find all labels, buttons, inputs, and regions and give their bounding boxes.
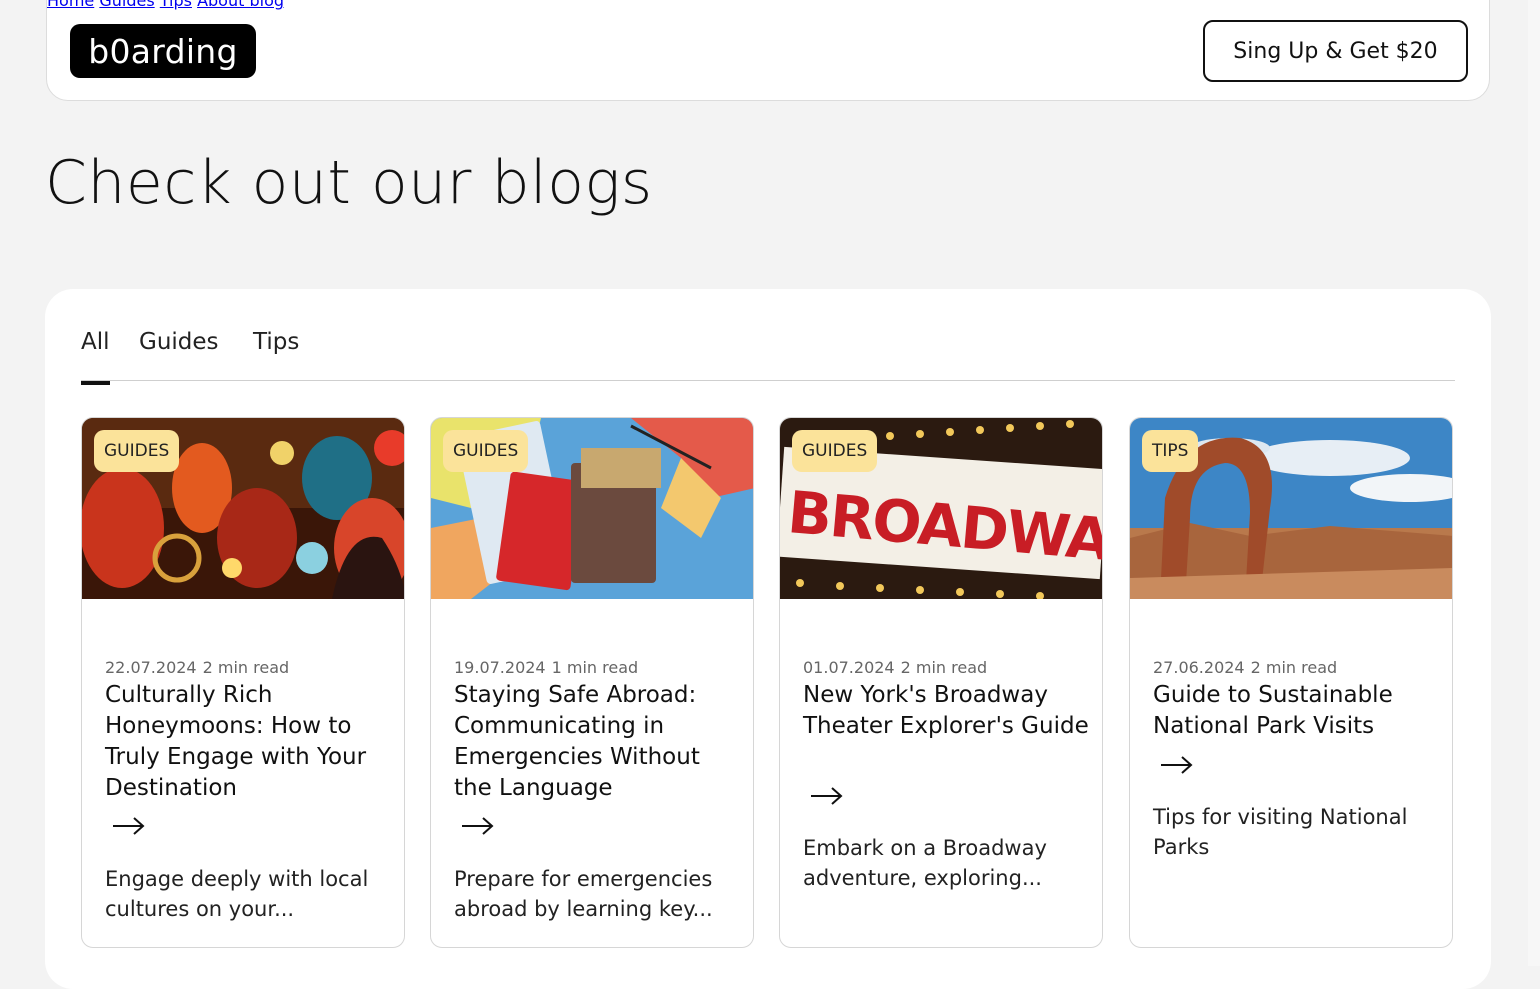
card-excerpt: Engage deeply with local cultures on you…	[105, 867, 369, 921]
tab-guides[interactable]: Guides	[139, 329, 219, 367]
category-badge: GUIDES	[792, 430, 878, 472]
blog-card[interactable]: BROADWAY GUIDES 01.07.2024 2 min read New…	[779, 417, 1103, 948]
card-excerpt: Embark on a Broadway adventure, explorin…	[803, 836, 1047, 890]
page-scrollbar[interactable]	[1528, 0, 1540, 966]
card-title[interactable]: Guide to Sustainable National Park Visit…	[1153, 680, 1443, 742]
read-time: 1 min read	[551, 658, 639, 677]
filter-tabs: All Guides Tips	[81, 329, 1455, 385]
post-date: 01.07.2024	[803, 658, 895, 677]
logo[interactable]: b0arding	[70, 24, 256, 78]
card-excerpt: Prepare for emergencies abroad by learni…	[454, 867, 713, 921]
card-image-market-lanterns[interactable]: GUIDES	[82, 418, 404, 599]
signup-button[interactable]: Sing Up & Get $20	[1203, 20, 1468, 82]
arrow-right-icon[interactable]	[112, 816, 146, 836]
card-excerpt: Tips for visiting National Parks	[1153, 805, 1408, 859]
site-header: b0arding Home Guides Tips About blog Sin…	[46, 0, 1490, 101]
post-date: 27.06.2024	[1153, 658, 1245, 677]
card-image-desert-arch[interactable]: TIPS	[1130, 418, 1452, 599]
card-meta: 01.07.2024 2 min read	[803, 658, 987, 677]
arrow-right-icon[interactable]	[1160, 755, 1194, 775]
card-meta: 22.07.2024 2 min read	[105, 658, 289, 677]
arrow-right-icon[interactable]	[810, 786, 844, 806]
card-title[interactable]: New York's Broadway Theater Explorer's G…	[803, 680, 1093, 742]
nav-home[interactable]: Home	[47, 0, 94, 10]
blog-card[interactable]: GUIDES 22.07.2024 2 min read Culturally R…	[81, 417, 405, 948]
card-title[interactable]: Staying Safe Abroad: Communicating in Em…	[454, 680, 744, 804]
nav-tips[interactable]: Tips	[160, 0, 192, 10]
read-time: 2 min read	[1250, 658, 1338, 677]
card-image-passports-map[interactable]: GUIDES	[431, 418, 753, 599]
category-badge: GUIDES	[94, 430, 180, 472]
blog-panel: All Guides Tips GUIDES 22.07.2024 2 min …	[45, 289, 1491, 989]
nav-about-blog[interactable]: About blog	[197, 0, 284, 10]
nav-guides[interactable]: Guides	[99, 0, 154, 10]
tab-all[interactable]: All	[81, 329, 110, 385]
read-time: 2 min read	[900, 658, 988, 677]
card-title[interactable]: Culturally Rich Honeymoons: How to Truly…	[105, 680, 395, 804]
category-badge: TIPS	[1142, 430, 1199, 472]
blog-card[interactable]: TIPS 27.06.2024 2 min read Guide to Susta…	[1129, 417, 1453, 948]
tab-tips[interactable]: Tips	[253, 329, 299, 367]
read-time: 2 min read	[202, 658, 290, 677]
card-image-broadway-sign[interactable]: BROADWAY GUIDES	[780, 418, 1102, 599]
arrow-right-icon[interactable]	[461, 816, 495, 836]
category-badge: GUIDES	[443, 430, 529, 472]
card-meta: 19.07.2024 1 min read	[454, 658, 638, 677]
post-date: 19.07.2024	[454, 658, 546, 677]
blog-card[interactable]: GUIDES 19.07.2024 1 min read Staying Safe…	[430, 417, 754, 948]
page-title: Check out our blogs	[45, 148, 653, 218]
post-date: 22.07.2024	[105, 658, 197, 677]
card-meta: 27.06.2024 2 min read	[1153, 658, 1337, 677]
